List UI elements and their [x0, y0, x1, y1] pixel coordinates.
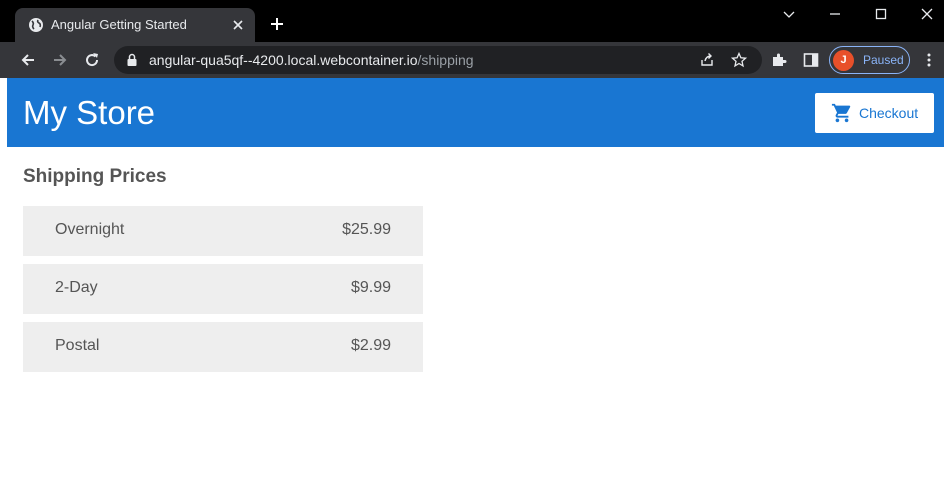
more-menu-icon[interactable]: [921, 52, 937, 68]
app-top-bar: My Store Checkout: [7, 78, 944, 147]
back-arrow-icon[interactable]: [20, 52, 36, 68]
maximize-icon[interactable]: [875, 8, 887, 20]
shipping-option-row: Postal $2.99: [23, 322, 423, 372]
side-panel-icon[interactable]: [803, 52, 819, 68]
avatar: J: [833, 50, 854, 71]
browser-toolbar: angular-qua5qf--4200.local.webcontainer.…: [0, 42, 944, 78]
close-tab-icon[interactable]: [231, 18, 245, 32]
lock-icon[interactable]: [126, 53, 138, 67]
tab-title: Angular Getting Started: [51, 17, 187, 32]
browser-tab[interactable]: Angular Getting Started: [15, 8, 255, 42]
browser-tab-strip: Angular Getting Started: [0, 0, 944, 42]
shipping-price: $25.99: [342, 221, 391, 238]
url-host: angular-qua5qf--4200.local.webcontainer.…: [149, 52, 418, 68]
shipping-price: $9.99: [350, 279, 391, 296]
shopping-cart-icon: [831, 103, 851, 123]
shipping-price: $2.99: [350, 337, 391, 354]
share-icon[interactable]: [699, 52, 715, 68]
page-title: Shipping Prices: [23, 166, 167, 187]
shipping-type: Overnight: [55, 221, 125, 238]
forward-arrow-icon[interactable]: [52, 52, 68, 68]
shipping-option-row: 2-Day $9.99: [23, 264, 423, 314]
minimize-icon[interactable]: [829, 8, 841, 20]
tab-search-icon[interactable]: [783, 8, 795, 20]
shipping-type: Postal: [55, 337, 100, 354]
close-window-icon[interactable]: [921, 8, 933, 20]
reload-icon[interactable]: [84, 52, 100, 68]
shipping-type: 2-Day: [55, 279, 98, 296]
profile-button[interactable]: J Paused: [829, 46, 910, 74]
store-title-link[interactable]: My Store: [23, 94, 155, 132]
checkout-button[interactable]: Checkout: [815, 93, 934, 133]
url-text[interactable]: angular-qua5qf--4200.local.webcontainer.…: [149, 52, 474, 68]
globe-icon: [29, 18, 43, 32]
url-path: /shipping: [417, 52, 474, 68]
extensions-puzzle-icon[interactable]: [771, 52, 787, 68]
address-bar[interactable]: angular-qua5qf--4200.local.webcontainer.…: [114, 46, 762, 74]
profile-status: Paused: [863, 53, 904, 67]
shipping-option-row: Overnight $25.99: [23, 206, 423, 256]
checkout-label: Checkout: [859, 105, 919, 121]
new-tab-icon[interactable]: [270, 17, 284, 31]
bookmark-star-icon[interactable]: [731, 52, 747, 68]
